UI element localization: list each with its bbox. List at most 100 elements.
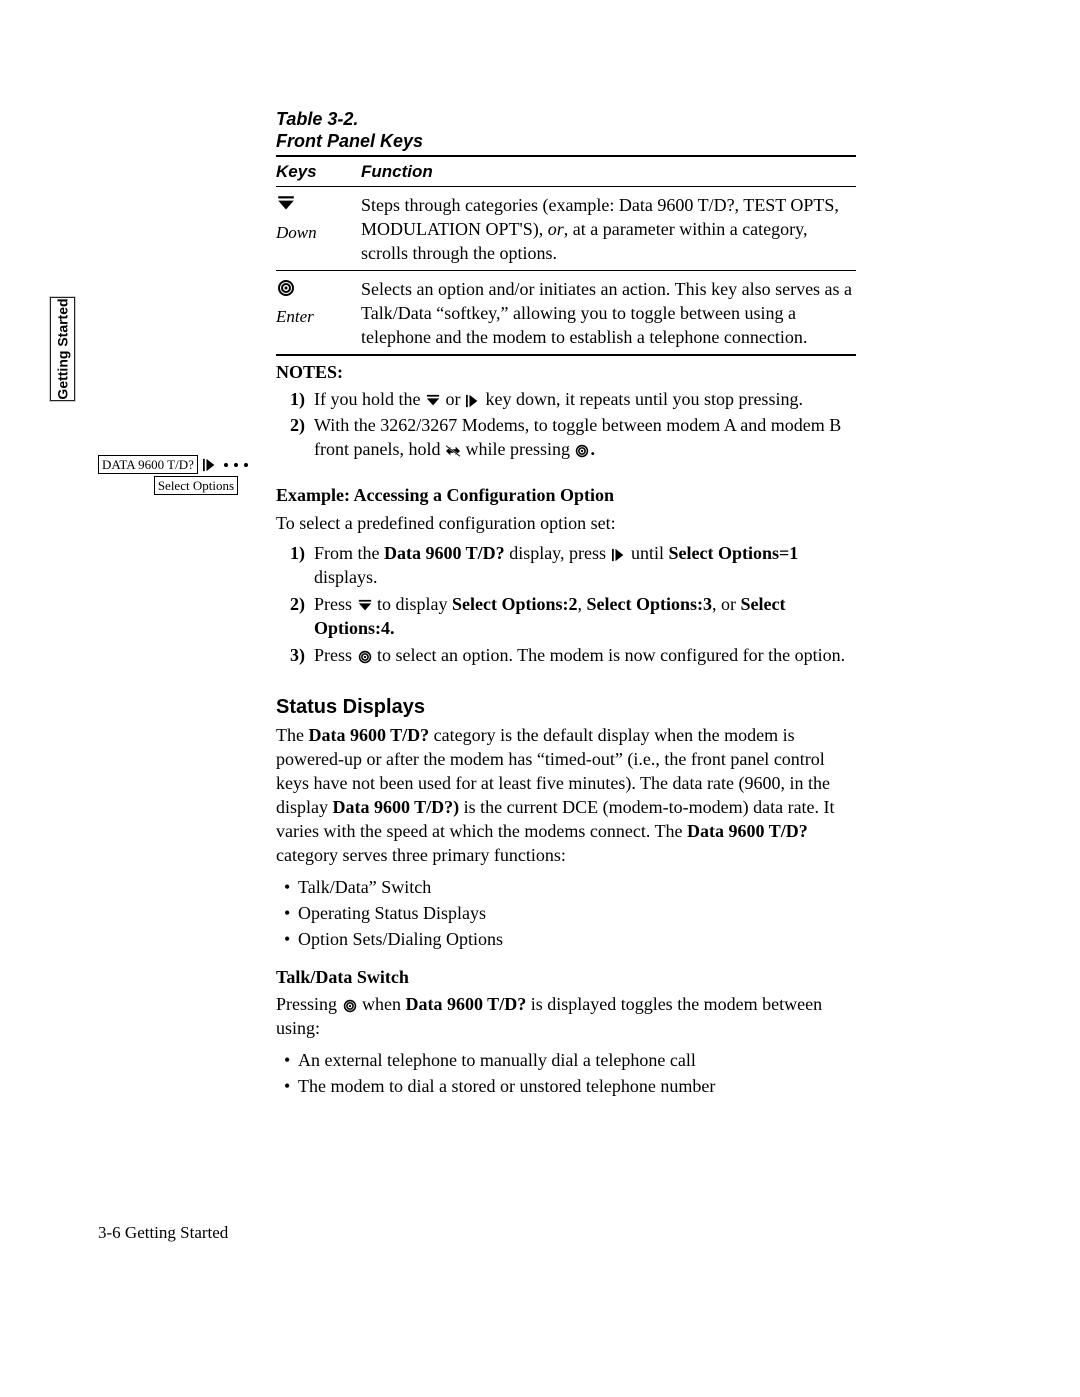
text: , or (712, 594, 741, 614)
main-column: Table 3-2. Front Panel Keys Keys Functio… (276, 108, 856, 1100)
talk-data-para: Pressing when Data 9600 T/D? is displaye… (276, 992, 856, 1040)
text: while pressing (461, 439, 574, 459)
margin-diagram: DATA 9600 T/D? Select Options (98, 455, 268, 495)
example-steps: 1) From the Data 9600 T/D? display, pres… (276, 541, 856, 667)
text-bold: Data 9600 T/D? (384, 543, 505, 563)
list-marker: 1) (290, 541, 305, 565)
enter-icon (357, 650, 373, 664)
notes-colon: : (337, 362, 343, 382)
text: until (627, 543, 669, 563)
list-marker: 2) (290, 592, 305, 616)
text: key down, it repeats until you stop pres… (481, 389, 803, 409)
text-bold: Data 9600 T/D? (308, 725, 429, 745)
text-bold: Data 9600 T/D? (406, 994, 527, 1014)
notes-list: 1) If you hold the or key down, it repea… (276, 387, 856, 461)
text-em: or (548, 219, 564, 239)
status-displays-para: The Data 9600 T/D? category is the defau… (276, 723, 856, 867)
notes-item: 2) With the 3262/3267 Modems, to toggle … (314, 413, 856, 461)
enter-icon (342, 999, 358, 1013)
table-header-function: Function (361, 160, 856, 184)
table-caption-line1: Table 3-2. (276, 109, 358, 129)
margin-diagram-subtitle: Select Options (158, 478, 234, 493)
text: . (590, 439, 595, 459)
margin-diagram-title: DATA 9600 T/D? (102, 457, 194, 472)
side-tab-label: Getting Started (55, 298, 71, 399)
example-heading: Example: Accessing a Configuration Optio… (276, 483, 856, 507)
text-bold: Data 9600 T/D? (687, 821, 808, 841)
down-icon (357, 599, 373, 613)
text: or (441, 389, 465, 409)
dot-icon (234, 463, 238, 467)
table-header-keys: Keys (276, 160, 361, 184)
list-item: The modem to dial a stored or unstored t… (298, 1074, 856, 1098)
notes-label-text: NOTES (276, 362, 337, 382)
table-key-cell: Down (276, 193, 361, 265)
table-func-cell: Steps through categories (example: Data … (361, 193, 856, 265)
across-icon (445, 444, 461, 458)
table-body: Down Steps through categories (example: … (276, 187, 856, 354)
dot-icon (244, 463, 248, 467)
table-caption: Table 3-2. Front Panel Keys (276, 108, 856, 152)
table-header-row: Keys Function (276, 157, 856, 187)
text-bold: Select Options:3 (587, 594, 713, 614)
table-caption-line2: Front Panel Keys (276, 131, 423, 151)
text: Press (314, 594, 357, 614)
down-icon (276, 195, 296, 213)
example-step: 1) From the Data 9600 T/D? display, pres… (314, 541, 856, 589)
text: , (578, 594, 587, 614)
list-marker: 3) (290, 643, 305, 667)
talk-data-switch-heading: Talk/Data Switch (276, 965, 856, 989)
table-func-cell: Selects an option and/or initiates an ac… (361, 277, 856, 349)
down-icon (425, 394, 441, 408)
margin-diagram-icons (202, 458, 248, 472)
list-item: Talk/Data” Switch (298, 875, 856, 899)
text-bold: Select Options=1 (669, 543, 799, 563)
text: Selects an option and/or initiates an ac… (361, 279, 852, 347)
notes-label: NOTES: (276, 360, 856, 384)
example-step: 2) Press to display Select Options:2, Se… (314, 592, 856, 640)
enter-icon (574, 444, 590, 458)
status-displays-heading: Status Displays (276, 695, 856, 719)
text: when (358, 994, 406, 1014)
table-key-cell: Enter (276, 277, 361, 349)
side-tab: Getting Started (49, 296, 76, 402)
list-item: An external telephone to manually dial a… (298, 1048, 856, 1072)
right-icon (202, 458, 218, 472)
text: to display (373, 594, 453, 614)
text-bold: Data 9600 T/D?) (333, 797, 460, 817)
talk-data-bullets: An external telephone to manually dial a… (276, 1048, 856, 1098)
page: Getting Started DATA 9600 T/D? Select Op… (0, 0, 1080, 1397)
front-panel-keys-table: Keys Function Down Steps through categor… (276, 155, 856, 356)
list-item: Option Sets/Dialing Options (298, 927, 856, 951)
text: The (276, 725, 308, 745)
table-key-label: Enter (276, 305, 361, 329)
enter-icon (276, 279, 296, 297)
text: Pressing (276, 994, 342, 1014)
text: category serves three primary functions: (276, 845, 566, 865)
table-row: Enter Selects an option and/or initiates… (276, 270, 856, 354)
list-marker: 2) (290, 413, 305, 437)
list-marker: 1) (290, 387, 305, 411)
list-item: Operating Status Displays (298, 901, 856, 925)
right-icon (611, 548, 627, 562)
status-bullets: Talk/Data” Switch Operating Status Displ… (276, 875, 856, 951)
example-step: 3) Press to select an option. The modem … (314, 643, 856, 667)
page-footer: 3-6 Getting Started (98, 1223, 228, 1243)
text: From the (314, 543, 384, 563)
text: displays. (314, 567, 378, 587)
text: Press (314, 645, 357, 665)
right-icon (465, 394, 481, 408)
side-tab-text: Getting Started (49, 296, 76, 402)
text: to select an option. The modem is now co… (373, 645, 846, 665)
margin-diagram-title-box: DATA 9600 T/D? (98, 455, 198, 474)
notes-item: 1) If you hold the or key down, it repea… (314, 387, 856, 411)
table-row: Down Steps through categories (example: … (276, 187, 856, 270)
table-key-label: Down (276, 221, 361, 245)
example-intro: To select a predefined configuration opt… (276, 511, 856, 535)
dot-icon (224, 463, 228, 467)
margin-diagram-row2: Select Options (98, 476, 268, 495)
text: If you hold the (314, 389, 425, 409)
text-bold: Select Options:2 (452, 594, 578, 614)
margin-diagram-subtitle-box: Select Options (154, 476, 238, 495)
text: display, press (505, 543, 611, 563)
